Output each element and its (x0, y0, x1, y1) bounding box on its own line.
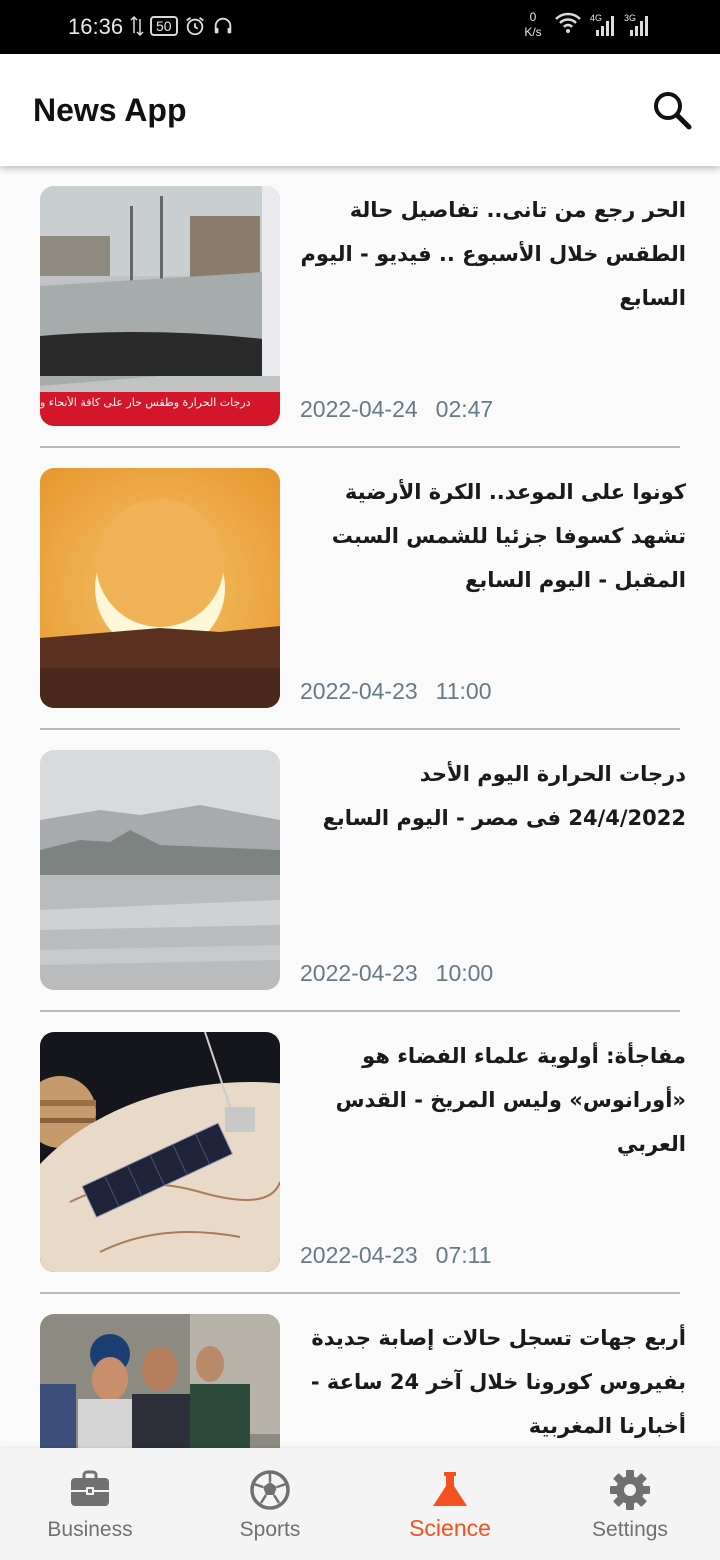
network-speed: 0 K/s (520, 10, 546, 40)
article-date: 2022-04-23 (300, 678, 418, 704)
signal-4g-icon: 4G (590, 10, 616, 40)
article-date: 2022-04-24 (300, 396, 418, 422)
wifi-icon (555, 12, 581, 33)
status-bar: 16:36 50 0 K/s 4G 3G (0, 0, 720, 54)
article-title[interactable]: مفاجأة: أولوية علماء الفضاء هو «أورانوس»… (298, 1034, 686, 1166)
article-timestamp: 2022-04-23 07:11 (300, 1242, 492, 1269)
news-card[interactable]: مفاجأة: أولوية علماء الفضاء هو «أورانوس»… (40, 1012, 686, 1294)
soccer-ball-icon (250, 1470, 290, 1510)
nav-label-settings: Settings (592, 1518, 668, 1541)
network-speed-value: 0 (529, 10, 537, 24)
news-card[interactable]: أربع جهات تسجل حالات إصابة جديدة بفيروس … (40, 1294, 686, 1448)
article-title[interactable]: درجات الحرارة اليوم الأحد 24/4/2022 فى م… (298, 752, 686, 840)
data-arrows-icon (130, 15, 144, 37)
article-title[interactable]: أربع جهات تسجل حالات إصابة جديدة بفيروس … (298, 1316, 686, 1448)
nav-item-settings[interactable]: Settings (540, 1448, 720, 1560)
article-time: 02:47 (435, 396, 494, 422)
article-thumbnail (40, 1032, 280, 1272)
battery-indicator: 50 (150, 16, 178, 36)
news-list[interactable]: درجات الحرارة وطقس حار على كافة الأنحاء … (0, 166, 720, 1448)
nav-label-business: Business (47, 1518, 133, 1541)
bottom-navigation: Business Sports Science Settings (0, 1448, 720, 1560)
article-thumbnail: درجات الحرارة وطقس حار على كافة الأنحاء … (40, 186, 280, 426)
article-timestamp: 2022-04-23 11:00 (300, 678, 492, 705)
article-time: 11:00 (435, 678, 492, 704)
search-icon[interactable] (650, 88, 694, 132)
article-thumbnail (40, 468, 280, 708)
app-title: News App (33, 92, 187, 128)
app-bar: News App (0, 54, 720, 166)
nav-label-science: Science (409, 1515, 491, 1541)
status-right-icons: 0 K/s 4G 3G (520, 10, 650, 40)
article-time: 10:00 (435, 960, 494, 986)
article-thumbnail (40, 750, 280, 990)
article-timestamp: 2022-04-23 10:00 (300, 960, 493, 987)
nav-item-business[interactable]: Business (0, 1448, 180, 1560)
flask-icon (433, 1472, 467, 1506)
article-date: 2022-04-23 (300, 1242, 418, 1268)
status-time: 16:36 (68, 14, 124, 39)
article-title[interactable]: كونوا على الموعد.. الكرة الأرضية تشهد كس… (298, 470, 686, 602)
gear-icon (610, 1470, 650, 1510)
news-card[interactable]: كونوا على الموعد.. الكرة الأرضية تشهد كس… (40, 448, 686, 730)
thumbnail-caption: درجات الحرارة وطقس حار على كافة الأنحاء … (40, 396, 251, 409)
nav-item-science[interactable]: Science (360, 1448, 540, 1560)
headset-icon (214, 17, 231, 34)
article-thumbnail (40, 1314, 280, 1448)
article-title[interactable]: الحر رجع من تانى.. تفاصيل حالة الطقس خلا… (298, 188, 686, 320)
article-time: 07:11 (435, 1242, 492, 1268)
article-timestamp: 2022-04-24 02:47 (300, 396, 493, 423)
nav-label-sports: Sports (239, 1518, 301, 1541)
article-date: 2022-04-23 (300, 960, 418, 986)
nav-item-sports[interactable]: Sports (180, 1448, 360, 1560)
alarm-icon (185, 17, 204, 36)
briefcase-icon (71, 1470, 109, 1506)
signal-3g-icon: 3G (624, 10, 650, 40)
network-speed-unit: K/s (524, 25, 542, 39)
news-card[interactable]: درجات الحرارة اليوم الأحد 24/4/2022 فى م… (40, 730, 686, 1012)
status-left-icons: 50 (130, 15, 234, 37)
news-card[interactable]: درجات الحرارة وطقس حار على كافة الأنحاء … (40, 166, 686, 448)
